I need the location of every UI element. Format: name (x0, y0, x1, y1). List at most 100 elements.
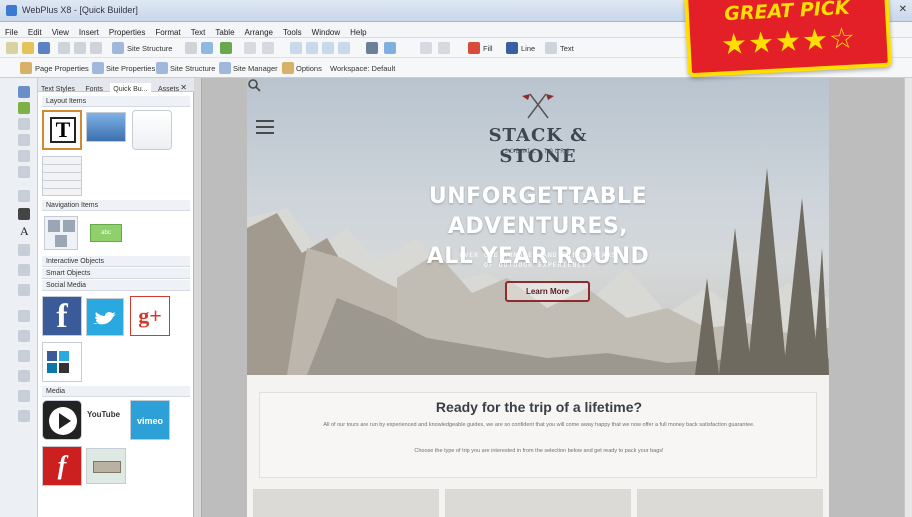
grid-icon[interactable] (420, 42, 432, 54)
menu-tools[interactable]: Tools (278, 25, 307, 37)
trip-card[interactable] (445, 489, 631, 517)
line-dropdown[interactable]: Line (521, 44, 535, 53)
page-properties-button[interactable]: Page Properties (35, 64, 89, 73)
node-tool-icon[interactable] (18, 102, 30, 114)
site-structure-button-2[interactable]: Site Structure (170, 64, 215, 73)
redo-icon[interactable] (262, 42, 274, 54)
trip-card[interactable] (253, 489, 439, 517)
html-tool-icon[interactable] (18, 410, 30, 422)
section-social-media[interactable]: Social Media (42, 280, 190, 291)
text-dropdown[interactable]: Text (560, 44, 574, 53)
group-icon[interactable] (338, 42, 350, 54)
flash-icon[interactable]: f (42, 446, 82, 486)
search-icon[interactable] (247, 78, 261, 92)
navbar-tool-icon[interactable] (18, 370, 30, 382)
page-properties-icon[interactable] (20, 62, 32, 74)
picture-tool-icon[interactable] (18, 310, 30, 322)
fill-icon[interactable] (468, 42, 480, 54)
section-navigation-items[interactable]: Navigation Items (42, 200, 190, 211)
menu-help[interactable]: Help (345, 25, 371, 37)
vimeo-item[interactable]: vimeo (130, 400, 170, 440)
menu-view[interactable]: View (47, 25, 74, 37)
hotspot-tool-icon[interactable] (18, 390, 30, 402)
section-layout-items[interactable]: Layout Items (42, 96, 190, 107)
intro-section[interactable]: Ready for the trip of a lifetime? All of… (259, 392, 817, 478)
picture-item[interactable] (86, 112, 126, 142)
align-icon[interactable] (290, 42, 302, 54)
site-properties-button[interactable]: Site Properties (106, 64, 155, 73)
paste-icon[interactable] (90, 42, 102, 54)
pan-tool-icon[interactable] (18, 150, 30, 162)
pen-tool-icon[interactable] (18, 208, 30, 220)
form-tool-icon[interactable] (18, 350, 30, 362)
workspace-dropdown[interactable]: Workspace: Default (330, 64, 395, 73)
order-icon[interactable] (322, 42, 334, 54)
nav-button-item[interactable]: abc (90, 224, 122, 242)
menu-table[interactable]: Table (210, 25, 239, 37)
menu-insert[interactable]: Insert (74, 25, 104, 37)
transparency-tool-icon[interactable] (18, 284, 30, 296)
table-item[interactable] (42, 156, 82, 196)
web-page[interactable]: STACK & STONE SCENIC TOURS UNFORGETTABLE… (247, 78, 829, 517)
menu-window[interactable]: Window (307, 25, 345, 37)
zoom-icon[interactable] (384, 42, 396, 54)
nav-menu-item[interactable] (44, 216, 78, 250)
fill-tool-icon[interactable] (18, 264, 30, 276)
trip-card[interactable] (637, 489, 823, 517)
site-properties-icon[interactable] (92, 62, 104, 74)
text-frame-item[interactable]: T (42, 110, 82, 150)
video-item[interactable] (42, 400, 82, 440)
menu-edit[interactable]: Edit (23, 25, 47, 37)
fill-dropdown[interactable]: Fill (483, 44, 493, 53)
site-structure-icon[interactable] (112, 42, 124, 54)
google-plus-icon[interactable]: g+ (130, 296, 170, 336)
distribute-icon[interactable] (306, 42, 318, 54)
section-interactive-objects[interactable]: Interactive Objects (42, 256, 190, 267)
line-icon[interactable] (506, 42, 518, 54)
site-structure-button[interactable]: Site Structure (127, 44, 172, 53)
tab-quick-builder[interactable]: Quick Bu... (110, 83, 151, 93)
hero-section[interactable]: STACK & STONE SCENIC TOURS UNFORGETTABLE… (247, 78, 829, 375)
publish-icon[interactable] (201, 42, 213, 54)
facebook-icon[interactable]: f (42, 296, 82, 336)
person-icon[interactable] (366, 42, 378, 54)
preview-icon[interactable] (185, 42, 197, 54)
options-button[interactable]: Options (296, 64, 322, 73)
shape-tool-icon[interactable] (18, 244, 30, 256)
new-icon[interactable] (6, 42, 18, 54)
save-icon[interactable] (38, 42, 50, 54)
upload-icon[interactable] (220, 42, 232, 54)
social-bar-item[interactable] (42, 342, 82, 382)
text-color-icon[interactable] (545, 42, 557, 54)
frame-tool-icon[interactable] (18, 190, 30, 202)
zoom-tool-icon[interactable] (18, 134, 30, 146)
table-tool-icon[interactable] (18, 166, 30, 178)
pointer-tool-icon[interactable] (18, 86, 30, 98)
close-button[interactable]: ✕ (894, 4, 912, 15)
tab-text-styles[interactable]: Text Styles (38, 83, 78, 93)
crop-tool-icon[interactable] (18, 118, 30, 130)
section-smart-objects[interactable]: Smart Objects (42, 268, 190, 279)
vertical-scrollbar[interactable] (904, 78, 912, 517)
panel-close-icon[interactable]: ✕ (177, 80, 190, 92)
learn-more-button[interactable]: Learn More (505, 281, 590, 302)
menu-format[interactable]: Format (150, 25, 185, 37)
copy-icon[interactable] (74, 42, 86, 54)
site-structure-icon-2[interactable] (156, 62, 168, 74)
text-tool-icon[interactable]: A (20, 224, 32, 238)
section-media[interactable]: Media (42, 386, 190, 397)
site-manager-icon[interactable] (219, 62, 231, 74)
menu-toggle-icon[interactable] (256, 120, 274, 138)
box-item[interactable] (132, 110, 172, 150)
menu-arrange[interactable]: Arrange (240, 25, 278, 37)
youtube-item[interactable]: YouTube (86, 408, 124, 430)
options-icon[interactable] (282, 62, 294, 74)
snap-icon[interactable] (438, 42, 450, 54)
tab-fonts[interactable]: Fonts (82, 83, 106, 93)
cut-icon[interactable] (58, 42, 70, 54)
undo-icon[interactable] (244, 42, 256, 54)
menu-file[interactable]: File (0, 25, 23, 37)
audio-item[interactable] (86, 448, 126, 484)
open-icon[interactable] (22, 42, 34, 54)
twitter-icon[interactable] (86, 298, 124, 336)
